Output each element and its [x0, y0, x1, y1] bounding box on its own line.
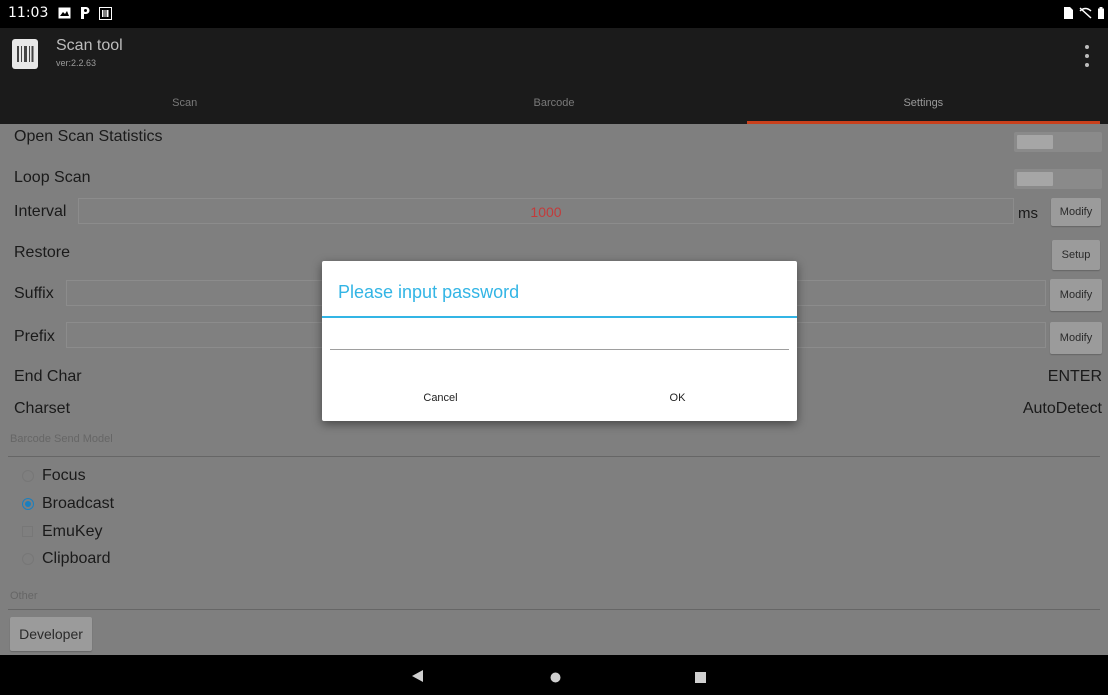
- open-scan-statistics-label: Open Scan Statistics: [14, 128, 163, 145]
- dialog-cancel-button[interactable]: Cancel: [322, 381, 559, 415]
- send-model-section-label: Barcode Send Model: [10, 433, 113, 445]
- password-dialog: Please input password Cancel OK: [322, 261, 797, 421]
- send-model-focus[interactable]: Focus: [0, 464, 1108, 488]
- overflow-menu-icon[interactable]: [1080, 42, 1094, 70]
- charset-label: Charset: [14, 400, 71, 417]
- interval-input[interactable]: 1000: [78, 198, 1014, 224]
- developer-button[interactable]: Developer: [10, 617, 92, 651]
- broadcast-radio[interactable]: [22, 498, 34, 510]
- clipboard-radio[interactable]: [22, 553, 34, 565]
- app-bar: Scan tool ver:2.2.63: [0, 28, 1108, 83]
- interval-unit: ms: [1018, 205, 1038, 222]
- end-char-value[interactable]: ENTER: [1048, 368, 1102, 386]
- setting-interval: Interval 1000 ms Modify: [0, 196, 1108, 228]
- app-logo-icon: [12, 39, 38, 69]
- send-model-emukey[interactable]: EmuKey: [0, 520, 1108, 544]
- dialog-ok-button[interactable]: OK: [559, 381, 796, 415]
- status-time: 11:03: [8, 5, 49, 21]
- parking-notification-icon: [79, 6, 91, 20]
- app-title: Scan tool: [56, 37, 123, 54]
- setting-loop-scan: Loop Scan: [0, 164, 1108, 194]
- tab-scan[interactable]: Scan: [0, 83, 369, 124]
- send-model-clipboard[interactable]: Clipboard: [0, 547, 1108, 571]
- interval-value: 1000: [530, 204, 562, 220]
- tab-bar: Scan Barcode Settings: [0, 83, 1108, 124]
- tab-settings[interactable]: Settings: [739, 83, 1108, 124]
- setting-open-scan-statistics: Open Scan Statistics: [0, 124, 1108, 154]
- focus-label: Focus: [42, 467, 86, 484]
- broadcast-label: Broadcast: [42, 495, 115, 512]
- tab-barcode[interactable]: Barcode: [369, 83, 738, 124]
- dialog-title-divider: [322, 316, 797, 318]
- nav-recents-icon[interactable]: [695, 670, 706, 688]
- interval-modify-button[interactable]: Modify: [1051, 198, 1101, 226]
- prefix-modify-button[interactable]: Modify: [1050, 322, 1102, 354]
- app-version: ver:2.2.63: [56, 58, 97, 68]
- suffix-label: Suffix: [14, 285, 54, 302]
- charset-value[interactable]: AutoDetect: [1023, 400, 1102, 418]
- battery-icon: [1097, 6, 1104, 20]
- status-bar: 11:03: [0, 0, 1108, 28]
- sim-icon: [1063, 6, 1073, 20]
- restore-setup-button[interactable]: Setup: [1052, 240, 1100, 270]
- other-section-label: Other: [10, 590, 38, 602]
- interval-label: Interval: [14, 203, 67, 220]
- emukey-label: EmuKey: [42, 523, 103, 540]
- nav-back-icon[interactable]: [412, 669, 424, 687]
- loop-scan-toggle[interactable]: [1014, 169, 1102, 189]
- image-notification-icon: [57, 6, 71, 20]
- prefix-label: Prefix: [14, 328, 55, 345]
- suffix-modify-button[interactable]: Modify: [1050, 279, 1102, 311]
- wifi-off-icon: [1078, 6, 1092, 20]
- end-char-label: End Char: [14, 368, 82, 385]
- other-divider: [8, 609, 1100, 610]
- loop-scan-label: Loop Scan: [14, 169, 91, 186]
- barcode-notification-icon: [98, 6, 112, 20]
- nav-home-icon[interactable]: [550, 670, 561, 688]
- send-model-divider: [8, 456, 1100, 457]
- focus-radio[interactable]: [22, 470, 34, 482]
- open-scan-statistics-toggle[interactable]: [1014, 132, 1102, 152]
- password-input[interactable]: [330, 321, 789, 350]
- emukey-checkbox[interactable]: [22, 526, 33, 537]
- navigation-bar: [0, 655, 1108, 695]
- clipboard-label: Clipboard: [42, 550, 111, 567]
- send-model-broadcast[interactable]: Broadcast: [0, 492, 1108, 516]
- dialog-title: Please input password: [338, 282, 520, 302]
- restore-label: Restore: [14, 244, 71, 261]
